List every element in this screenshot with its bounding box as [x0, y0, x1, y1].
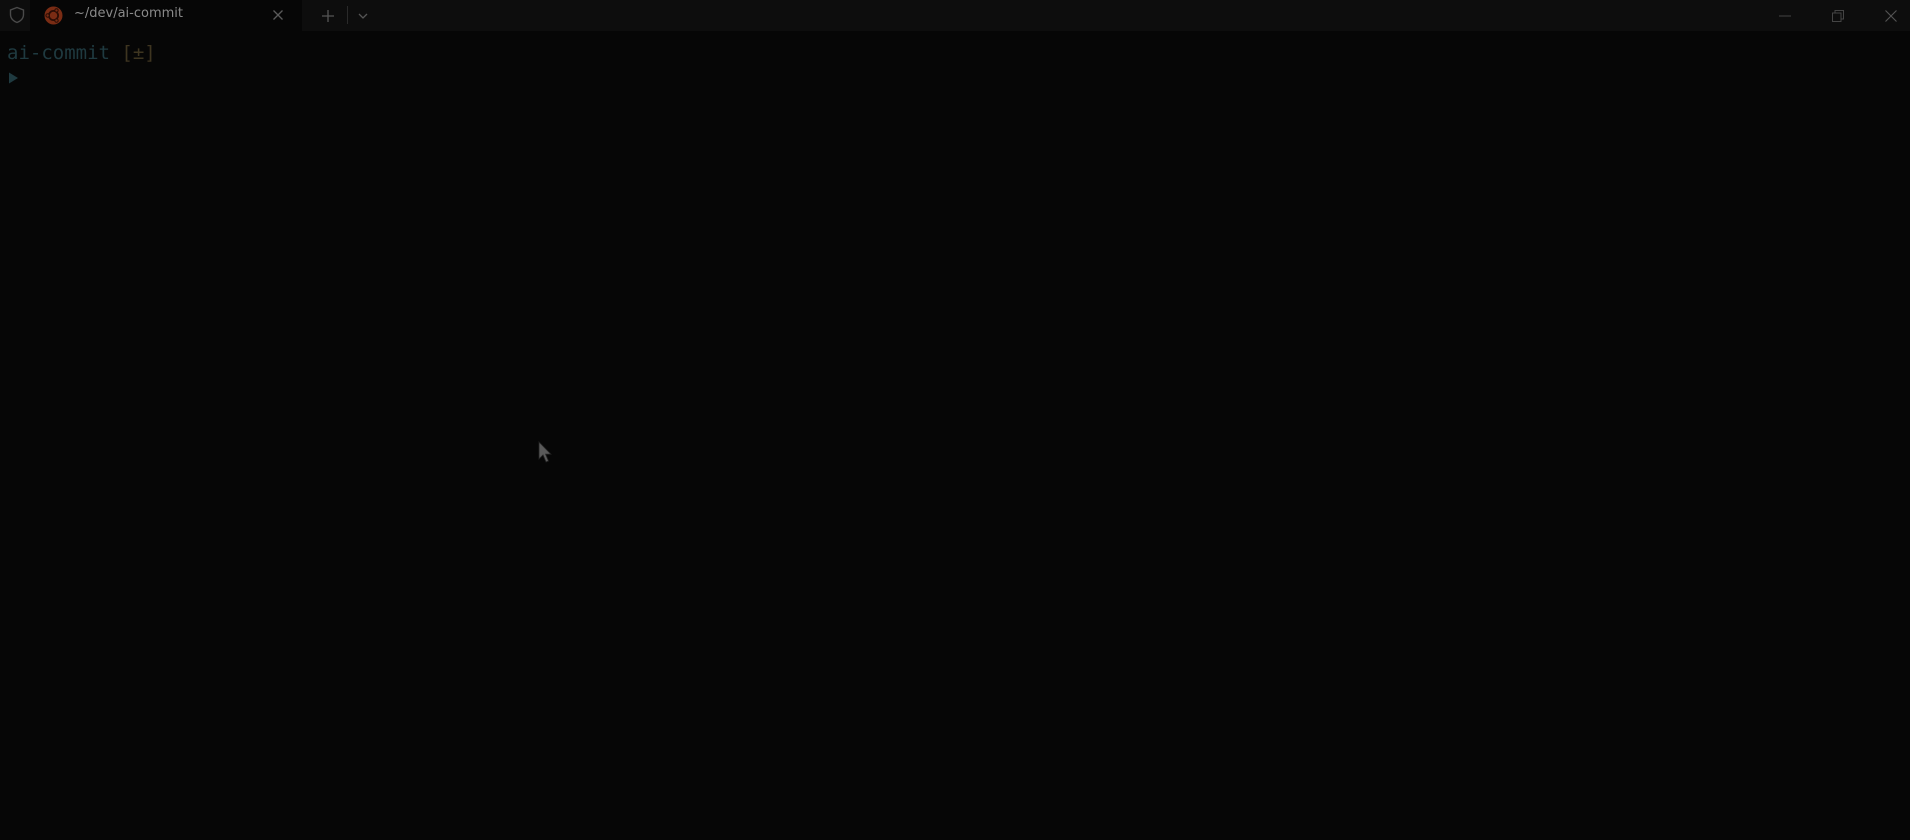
- shield-icon[interactable]: [8, 6, 26, 24]
- tab-title: ~/dev/ai-commit: [74, 6, 184, 21]
- terminal-output[interactable]: ai-commit [±]: [0, 31, 1910, 840]
- prompt-arrow-icon: [8, 68, 20, 84]
- prompt-directory: ai-commit: [7, 42, 110, 64]
- close-icon: [1885, 10, 1897, 22]
- close-tab-icon[interactable]: [270, 7, 286, 23]
- chevron-down-icon[interactable]: [353, 6, 373, 26]
- restore-button[interactable]: [1813, 0, 1863, 31]
- tab-separator: [347, 6, 348, 24]
- close-window-button[interactable]: [1866, 0, 1910, 31]
- minimize-icon: [1779, 15, 1791, 17]
- prompt-git-status: [±]: [121, 42, 156, 64]
- tab-ai-commit[interactable]: ~/dev/ai-commit: [30, 0, 302, 31]
- ubuntu-icon: [44, 6, 63, 25]
- plus-icon[interactable]: [318, 6, 338, 26]
- terminal-window: ~/dev/ai-commit ai-commit [±]: [0, 0, 1910, 840]
- mouse-cursor-icon: [538, 441, 554, 465]
- prompt-line: ai-commit [±]: [7, 42, 156, 65]
- minimize-button[interactable]: [1760, 0, 1810, 31]
- restore-icon: [1832, 10, 1844, 22]
- title-bar: ~/dev/ai-commit: [0, 0, 1910, 31]
